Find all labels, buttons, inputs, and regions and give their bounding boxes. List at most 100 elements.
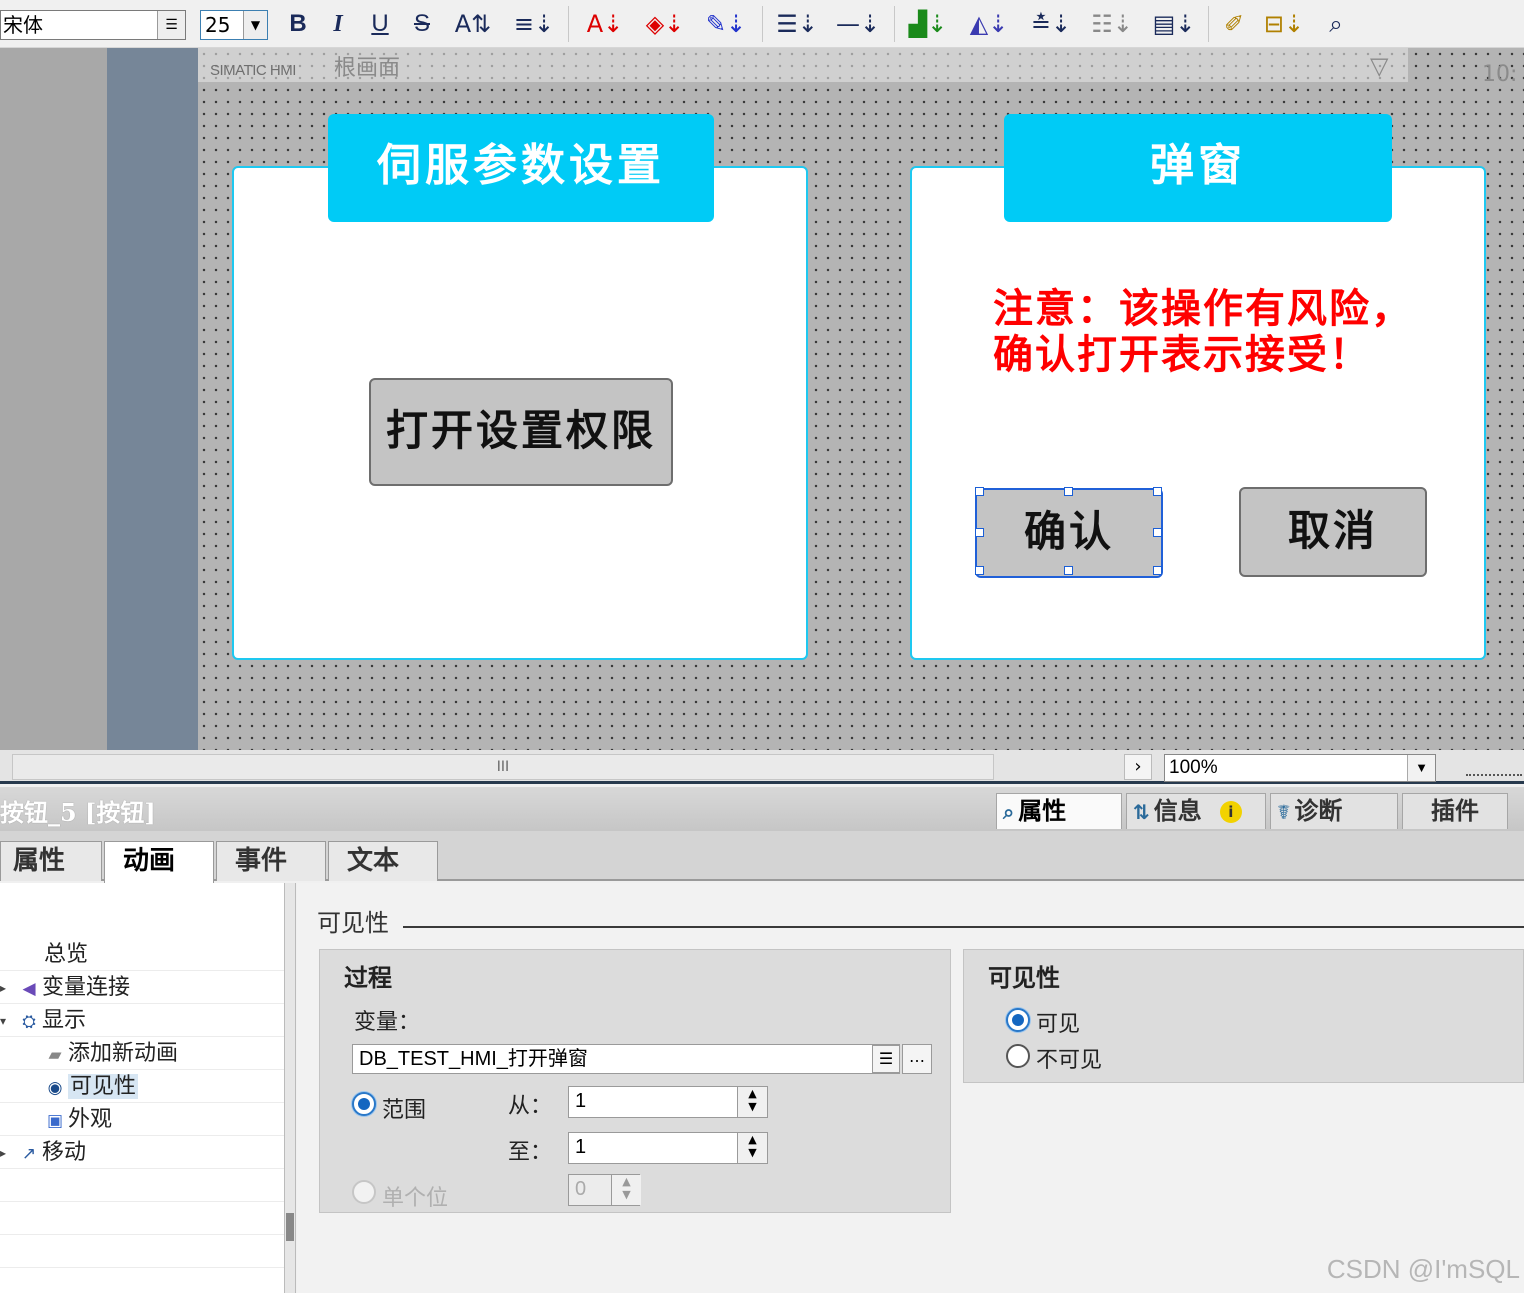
chevron-right-icon[interactable]: ▸ xyxy=(0,1137,6,1169)
canvas-scroll-bar-row: III › 100% ▼ xyxy=(0,750,1524,784)
selection-handle[interactable] xyxy=(1064,566,1073,575)
font-list-icon[interactable]: ☰ xyxy=(157,11,185,39)
watermark: CSDN @I'mSQL xyxy=(1326,1254,1520,1284)
from-stepper[interactable]: ▲ ▼ xyxy=(737,1087,767,1117)
range-radio[interactable] xyxy=(352,1092,376,1116)
selection-handle[interactable] xyxy=(1153,528,1162,537)
tab-plugins[interactable]: 插件 xyxy=(1402,793,1508,829)
hmi-time-label: 10: xyxy=(1482,62,1518,87)
toolbar-separator xyxy=(1208,6,1209,42)
zoom-value: 100% xyxy=(1169,757,1218,778)
line-color-icon[interactable]: ✎⇣ xyxy=(700,6,752,42)
to-stepper[interactable]: ▲ ▼ xyxy=(737,1133,767,1163)
font-name-select[interactable]: 宋体 ☰ xyxy=(0,10,186,40)
strikethrough-button[interactable]: S xyxy=(410,6,434,42)
selection-handle[interactable] xyxy=(1153,487,1162,496)
font-size-select[interactable]: 25 ▼ xyxy=(200,10,268,40)
single-bit-stepper[interactable]: ▲ ▼ xyxy=(611,1175,641,1205)
chevron-down-icon[interactable]: ▼ xyxy=(1407,755,1435,781)
tag-list-icon[interactable]: ☰ xyxy=(872,1045,900,1073)
scroll-grip-icon: III xyxy=(496,759,510,775)
horizontal-scrollbar[interactable]: III xyxy=(12,754,994,780)
tab-info-label: 信息 xyxy=(1153,797,1202,825)
align-text-icon[interactable]: ≡⇣ xyxy=(508,6,560,42)
font-color-icon[interactable]: A⇣ xyxy=(580,6,630,42)
single-bit-radio[interactable] xyxy=(352,1180,376,1204)
risk-warning-text[interactable]: 注意：该操作有风险， 确认打开表示接受！ xyxy=(993,286,1473,378)
warning-line-2: 确认打开表示接受！ xyxy=(993,331,1371,378)
chevron-down-icon[interactable]: ▾ xyxy=(0,1005,6,1037)
move-icon: ↗ xyxy=(21,1144,37,1164)
tree-item-label: 移动 xyxy=(42,1140,87,1165)
selection-handle[interactable] xyxy=(975,566,984,575)
toolbar-separator xyxy=(894,6,895,42)
format-painter-icon[interactable]: ✐ xyxy=(1218,6,1250,42)
tree-item-add-animation[interactable]: ▰ 添加新动画 xyxy=(0,1038,284,1070)
tree-item-display[interactable]: ▾ ⛭ 显示 xyxy=(0,1005,284,1037)
animation-tree: 总览 ▸ ◀ 变量连接 ▾ ⛭ 显示 ▰ 添加新动画 ◉ 可见性 ▣ 外观 ▸ ↗ 移动 xyxy=(0,883,284,1293)
subtab-properties[interactable]: 属性 xyxy=(0,841,102,881)
servo-settings-title[interactable]: 伺服参数设置 xyxy=(328,114,714,222)
tree-item-label: 可见性 xyxy=(68,1074,139,1099)
open-permission-button[interactable]: 打开设置权限 xyxy=(369,378,673,486)
selection-handle[interactable] xyxy=(1153,566,1162,575)
splitter-handle[interactable] xyxy=(286,1213,294,1241)
pane-splitter[interactable] xyxy=(284,883,296,1293)
tree-item-visibility[interactable]: ◉ 可见性 xyxy=(0,1071,284,1103)
bold-button[interactable]: B xyxy=(286,6,310,42)
chevron-right-icon[interactable]: › xyxy=(1124,754,1152,780)
italic-button[interactable]: I xyxy=(326,6,350,42)
zoom-slider[interactable] xyxy=(1466,762,1522,776)
distribute-icon[interactable]: ☷⇣ xyxy=(1084,6,1140,42)
hmi-template-header: SIMATIC HMI 根画面 ▽ xyxy=(198,48,1408,82)
tree-item-movement[interactable]: ▸ ↗ 移动 xyxy=(0,1137,284,1169)
hmi-screen-canvas[interactable]: SIMATIC HMI 根画面 ▽ 10: 伺服参数设置 打开设置权限 弹窗 注… xyxy=(198,48,1524,750)
popup-title[interactable]: 弹窗 xyxy=(1004,114,1392,222)
selection-handle[interactable] xyxy=(975,487,984,496)
fill-color-icon[interactable]: ◈⇣ xyxy=(640,6,690,42)
toolbar-separator xyxy=(762,6,763,42)
rotate-icon[interactable]: ◭⇣ xyxy=(962,6,1016,42)
font-grow-icon[interactable]: A⇅ xyxy=(448,6,498,42)
popup-panel[interactable] xyxy=(910,166,1486,660)
tab-properties[interactable]: ⌕ 属性 xyxy=(996,793,1122,829)
tree-item-label: 变量连接 xyxy=(42,975,131,1000)
line-width-icon[interactable]: ☰⇣ xyxy=(772,6,822,42)
chevron-right-icon[interactable]: ▸ xyxy=(0,972,6,1004)
variable-field[interactable]: DB_TEST_HMI_打开弹窗 xyxy=(352,1044,900,1074)
tab-info[interactable]: ⇅ 信息 i xyxy=(1126,793,1266,829)
subtab-text[interactable]: 文本 xyxy=(328,841,438,881)
triangle-down-icon: ▽ xyxy=(1370,52,1389,80)
tree-item-overview[interactable]: 总览 xyxy=(0,939,284,971)
bring-front-icon[interactable]: ▟⇣ xyxy=(902,6,954,42)
diagnostics-icon: ☤ xyxy=(1277,800,1291,824)
underline-button[interactable]: U xyxy=(368,6,392,42)
subtab-animation[interactable]: 动画 xyxy=(104,841,214,883)
info-icon: ⇅ xyxy=(1133,800,1150,824)
subtab-events[interactable]: 事件 xyxy=(216,841,326,881)
layer-icon[interactable]: ⊟⇣ xyxy=(1258,6,1310,42)
section-divider xyxy=(403,926,1524,928)
confirm-button[interactable]: 确认 xyxy=(975,488,1163,578)
selection-handle[interactable] xyxy=(1064,487,1073,496)
cancel-button[interactable]: 取消 xyxy=(1239,487,1427,577)
zoom-select[interactable]: 100% ▼ xyxy=(1164,754,1436,782)
workspace-margin xyxy=(0,48,107,750)
line-style-icon[interactable]: —⇣ xyxy=(832,6,884,42)
tree-empty-row xyxy=(0,1203,284,1235)
selection-handle[interactable] xyxy=(975,528,984,537)
process-group-title: 过程 xyxy=(344,964,392,992)
add-animation-icon: ▰ xyxy=(48,1045,62,1065)
size-match-icon[interactable]: ▤⇣ xyxy=(1146,6,1202,42)
tab-diagnostics[interactable]: ☤ 诊断 xyxy=(1270,793,1398,829)
chevron-down-icon[interactable]: ▼ xyxy=(243,11,267,39)
tree-item-tag-connection[interactable]: ▸ ◀ 变量连接 xyxy=(0,972,284,1004)
visible-radio[interactable] xyxy=(1006,1008,1030,1032)
tree-item-appearance[interactable]: ▣ 外观 xyxy=(0,1104,284,1136)
zoom-select-icon[interactable]: ⌕ xyxy=(1320,6,1352,42)
browse-button[interactable]: … xyxy=(902,1044,932,1074)
tree-empty-row xyxy=(0,1236,284,1268)
align-objects-icon[interactable]: ≛⇣ xyxy=(1024,6,1078,42)
invisible-radio[interactable] xyxy=(1006,1044,1030,1068)
tree-item-label: 显示 xyxy=(42,1008,87,1033)
